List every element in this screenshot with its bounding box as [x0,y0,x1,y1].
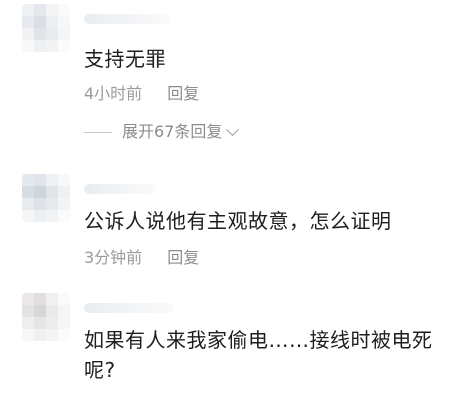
avatar[interactable] [22,293,70,341]
avatar[interactable] [22,174,70,222]
username-blurred[interactable] [84,14,170,24]
comment-text: 如果有人来我家偷电……接线时被电死呢? [84,328,433,382]
comment-time: 4小时前 [84,84,143,103]
comment-meta: 4小时前 回复 [84,84,199,104]
expand-replies-label: 展开67条回复 [122,122,223,141]
reply-button[interactable]: 回复 [167,84,199,103]
chevron-down-icon [226,122,240,136]
username-blurred[interactable] [84,184,156,194]
comment-meta: 3分钟前 回复 [84,248,199,268]
comment-text: 支持无罪 [84,47,166,71]
avatar[interactable] [22,4,70,52]
username-blurred[interactable] [84,303,174,313]
comment-list: 支持无罪 4小时前 回复 展开67条回复 公诉人说他有主观故意，怎么证明 3分钟… [0,0,462,404]
comment-text: 公诉人说他有主观故意，怎么证明 [84,209,392,233]
expand-replies-button[interactable]: 展开67条回复 [84,122,240,142]
reply-button[interactable]: 回复 [167,248,199,267]
comment-time: 3分钟前 [84,248,143,267]
divider [84,131,112,133]
